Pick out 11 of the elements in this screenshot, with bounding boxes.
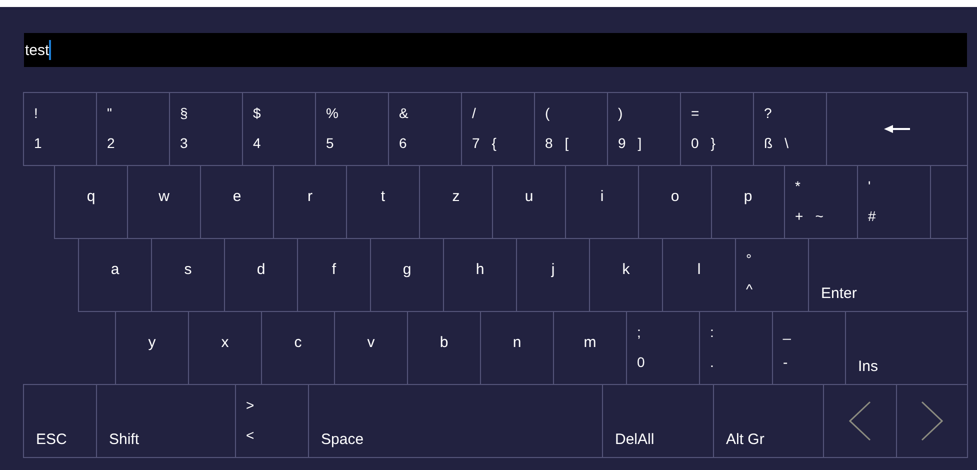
input-text: test xyxy=(25,42,50,58)
right-key[interactable] xyxy=(896,384,968,458)
backspace-key[interactable] xyxy=(826,92,968,166)
key[interactable]: ! 1 xyxy=(23,92,97,166)
shift-key[interactable]: Shift xyxy=(96,384,236,458)
text-cursor xyxy=(49,40,52,60)
chevron-right-icon xyxy=(921,401,943,441)
input-field[interactable]: test xyxy=(24,33,967,67)
chevron-left-icon xyxy=(849,401,871,441)
left-arrow-icon xyxy=(884,125,910,133)
escape-key[interactable]: ESC xyxy=(23,384,97,458)
